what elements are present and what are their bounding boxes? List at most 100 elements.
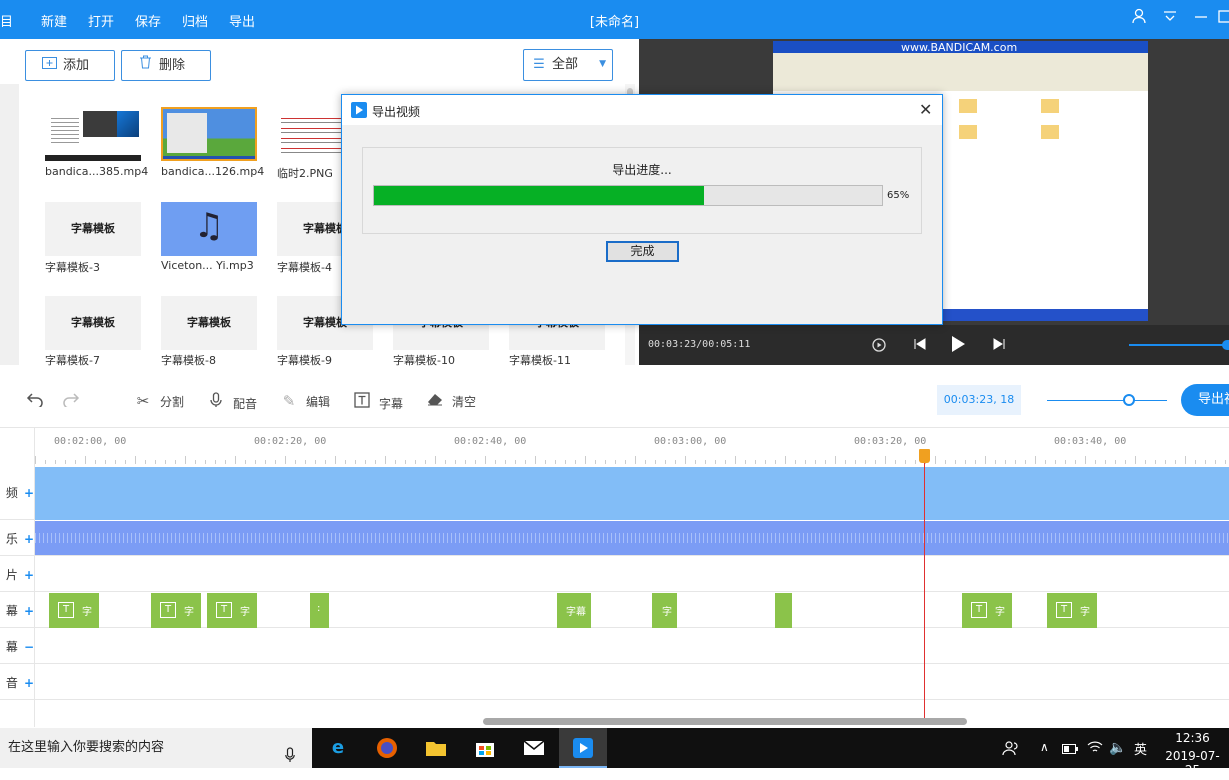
ruler-tick [425, 460, 426, 464]
dub-button[interactable]: 配音 [207, 392, 257, 412]
replay-icon[interactable] [871, 337, 887, 356]
subtitle-clip[interactable]: : [310, 593, 329, 628]
ruler-tick [65, 460, 66, 464]
ruler-tick [915, 460, 916, 464]
filter-dropdown[interactable]: ☰ 全部 ▼ [523, 49, 613, 81]
ruler-tick [485, 456, 486, 464]
subtitle-clip[interactable]: T字 [207, 593, 257, 628]
ruler-tick [435, 456, 436, 464]
delete-media-button[interactable]: 删除 [121, 50, 211, 81]
mail-icon[interactable] [510, 728, 558, 768]
firefox-icon[interactable] [363, 728, 411, 768]
subtitle-clip[interactable] [775, 593, 792, 628]
subtitle-clip[interactable]: T字 [151, 593, 201, 628]
ruler-tick [825, 460, 826, 464]
add-media-button[interactable]: 添加 [25, 50, 115, 81]
ruler-tick [735, 456, 736, 464]
audio-clip[interactable] [35, 521, 1229, 555]
media-thumb-subtitle[interactable]: 字幕模板 [45, 296, 141, 350]
next-frame-icon[interactable] [992, 337, 1006, 354]
add-image-track-button[interactable]: + [24, 568, 34, 582]
ruler-tick [605, 460, 606, 464]
wifi-icon[interactable] [1087, 740, 1103, 757]
split-button[interactable]: ✂ 分割 [134, 392, 184, 410]
clear-button[interactable]: 清空 [426, 392, 476, 410]
volume-icon[interactable]: 🔈 [1109, 740, 1126, 756]
video-clip[interactable] [35, 467, 1229, 520]
maximize-icon[interactable] [1214, 8, 1229, 30]
minimize-icon[interactable] [1190, 8, 1212, 30]
ruler-tick [1125, 460, 1126, 464]
ruler-tick [655, 460, 656, 464]
export-video-button[interactable]: 导出视 [1181, 384, 1229, 416]
battery-icon[interactable] [1062, 743, 1078, 757]
subtitle-button[interactable]: 字幕 [353, 392, 403, 412]
clock-date[interactable]: 2019-07-25 [1160, 749, 1225, 777]
dub-track: 音 + [0, 664, 1229, 700]
previous-frame-icon[interactable] [913, 337, 927, 354]
media-thumb-audio[interactable]: ♫ [161, 202, 257, 256]
remove-track-button[interactable]: − [24, 640, 34, 654]
video-editor-taskbar-icon[interactable] [559, 728, 607, 768]
timeline-scrollbar[interactable] [483, 718, 967, 725]
add-subtitle-track-button[interactable]: + [24, 604, 34, 618]
media-thumb-subtitle[interactable]: 字幕模板 [161, 296, 257, 350]
media-thumb-video2-selected[interactable] [161, 107, 257, 161]
ruler-tick [1015, 460, 1016, 464]
audio-waveform [35, 533, 1229, 543]
play-icon[interactable] [950, 335, 966, 356]
ruler-tick [875, 460, 876, 464]
close-icon[interactable]: ✕ [919, 100, 932, 119]
add-dub-track-button[interactable]: + [24, 676, 34, 690]
dropdown-menu-icon[interactable] [1159, 8, 1181, 30]
progress-bar [373, 185, 883, 206]
media-thumb-subtitle[interactable]: 字幕模板 [45, 202, 141, 256]
progress-percent: 65% [887, 190, 910, 201]
store-icon[interactable] [461, 728, 509, 768]
add-video-track-button[interactable]: + [24, 486, 34, 500]
subtitle-track-label: 幕 + [0, 602, 34, 619]
taskbar-search[interactable]: 在这里输入你要搜索的内容 [0, 728, 312, 768]
ruler-tick [165, 460, 166, 464]
track-name: 乐 [5, 532, 18, 546]
subtitle-clip[interactable]: T字 [962, 593, 1012, 628]
subtitle-clip[interactable]: T字 [49, 593, 99, 628]
subtitle-clip[interactable]: 字幕 [557, 593, 591, 628]
add-music-track-button[interactable]: + [24, 532, 34, 546]
ruler-label: 00:03:20, 00 [854, 436, 927, 447]
timeline-ruler[interactable]: 00:02:00, 00 00:02:20, 00 00:02:40, 00 0… [35, 430, 1229, 466]
ruler-tick [95, 460, 96, 464]
add-file-icon [40, 51, 58, 80]
subtitle-clip[interactable]: 字 [652, 593, 677, 628]
media-name: 字幕模板-9 [277, 354, 332, 367]
volume-slider-knob[interactable] [1222, 340, 1229, 350]
zoom-slider[interactable] [1047, 400, 1167, 401]
ruler-tick [1115, 460, 1116, 464]
ruler-tick [1025, 460, 1026, 464]
undo-icon[interactable] [26, 391, 44, 410]
file-explorer-icon[interactable] [412, 728, 460, 768]
volume-slider[interactable] [1129, 344, 1223, 346]
clock-time[interactable]: 12:36 [1160, 731, 1225, 745]
ruler-tick [345, 460, 346, 464]
ruler-tick [85, 456, 86, 464]
microphone-icon[interactable] [285, 740, 295, 780]
user-icon[interactable] [1128, 8, 1150, 30]
dialog-titlebar: 导出视频 ✕ [342, 95, 942, 125]
edit-button[interactable]: ✎ 编辑 [280, 392, 330, 410]
ruler-tick [1035, 456, 1036, 464]
done-button[interactable]: 完成 [606, 241, 679, 262]
input-method-indicator[interactable]: 英 [1134, 739, 1147, 758]
media-thumb-video1[interactable] [45, 107, 141, 161]
subtitle-clip[interactable]: T字 [1047, 593, 1097, 628]
export-dialog: 导出视频 ✕ 导出进度... 65% 完成 [341, 94, 943, 325]
text-icon: T [1056, 602, 1072, 618]
people-icon[interactable] [1002, 739, 1020, 760]
chevron-up-icon[interactable]: ∧ [1040, 740, 1049, 754]
redo-icon[interactable] [62, 391, 80, 410]
playhead-handle[interactable] [919, 449, 930, 463]
ruler-tick [645, 460, 646, 464]
edge-browser-icon[interactable]: e [314, 728, 362, 768]
track-name: 音 [5, 676, 18, 690]
zoom-slider-knob[interactable] [1123, 394, 1135, 406]
